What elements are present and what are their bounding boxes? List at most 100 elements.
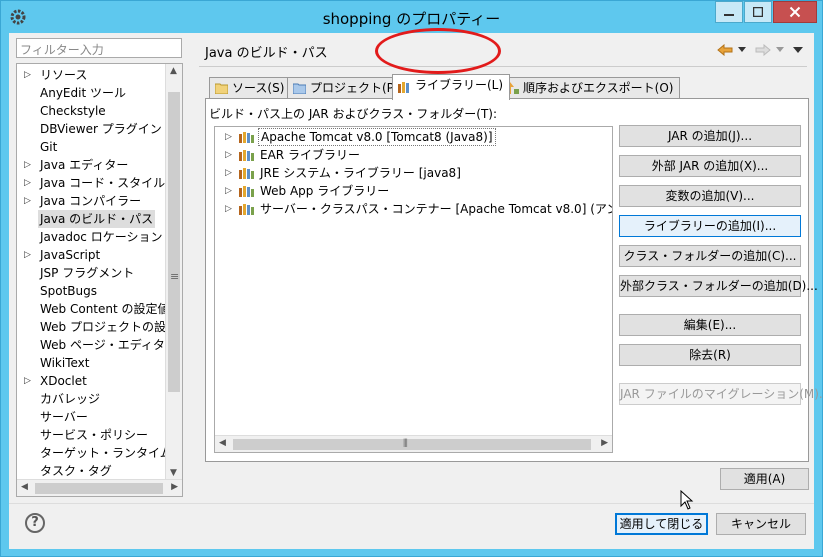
library-icon xyxy=(239,204,254,215)
add-class-folder-button[interactable]: クラス・フォルダーの追加(C)... xyxy=(619,245,801,267)
cancel-button[interactable]: キャンセル xyxy=(716,513,806,535)
page-navigation xyxy=(713,41,805,59)
tree-horizontal-scrollbar[interactable]: ◀ ⦀ ▶ xyxy=(215,435,612,452)
sidebar-tree: ▷ リソース AnyEdit ツール Checkstyle DBViewer プラグイン… xyxy=(16,63,183,497)
sidebar-item-label: Web Content の設定値 xyxy=(40,302,170,316)
source-folder-icon xyxy=(215,83,228,94)
expand-arrow-icon[interactable]: ▷ xyxy=(225,200,232,218)
edit-button[interactable]: 編集(E)... xyxy=(619,314,801,336)
grip-icon: ≡ xyxy=(170,270,180,283)
library-icon xyxy=(398,82,409,93)
sidebar-item-label: JSP フラグメント xyxy=(40,266,135,280)
library-label: Web App ライブラリー xyxy=(260,184,390,198)
apply-button[interactable]: 適用(A) xyxy=(720,468,809,490)
tab-label: ライブラリー(L) xyxy=(415,78,504,92)
sidebar-item-label: サービス・ポリシー xyxy=(40,428,149,442)
menu-icon[interactable] xyxy=(793,47,803,53)
scroll-down-icon[interactable]: ▼ xyxy=(170,468,177,478)
scrollbar-thumb[interactable] xyxy=(168,92,180,392)
maximize-icon xyxy=(753,7,763,17)
sidebar-item-label: ターゲット・ランタイム xyxy=(40,446,172,460)
sidebar-item-label: JavaScript xyxy=(40,248,101,262)
apply-and-close-button[interactable]: 適用して閉じる xyxy=(615,513,708,535)
sidebar-item-label: カバレッジ xyxy=(40,392,101,406)
expand-arrow-icon[interactable]: ▷ xyxy=(225,182,232,200)
expand-arrow-icon[interactable]: ▷ xyxy=(24,246,34,264)
header-divider xyxy=(199,66,807,67)
tab-order-export[interactable]: 順序およびエクスポート(O) xyxy=(500,77,681,99)
sidebar-item-label: タスク・タグ xyxy=(40,464,112,478)
sidebar-item-label: Java エディター xyxy=(40,158,129,172)
remove-button[interactable]: 除去(R) xyxy=(619,344,801,366)
tab-source[interactable]: ソース(S) xyxy=(209,77,292,99)
sidebar-vertical-scrollbar[interactable]: ▲ ≡ ▼ xyxy=(165,64,182,480)
sidebar-item-label: Web ページ・エディター xyxy=(40,338,177,352)
page-title: Java のビルド・パス xyxy=(205,46,328,61)
mouse-cursor-icon xyxy=(680,490,694,510)
close-button[interactable] xyxy=(773,1,817,23)
expand-arrow-icon[interactable]: ▷ xyxy=(225,164,232,182)
scrollbar-thumb[interactable] xyxy=(233,439,591,450)
back-arrow-icon[interactable] xyxy=(717,44,733,56)
library-label: サーバー・クラスパス・コンテナー [Apache Tomcat v8.0] (ア… xyxy=(260,202,612,216)
sidebar-item-label: XDoclet xyxy=(40,374,87,388)
filter-input[interactable]: フィルター入力 xyxy=(16,38,182,58)
scroll-up-icon[interactable]: ▲ xyxy=(170,66,177,76)
dialog-body: フィルター入力 ▷ リソース AnyEdit ツール Checkstyle DBView… xyxy=(9,33,823,549)
sidebar-item-label: DBViewer プラグイン xyxy=(40,122,162,136)
sidebar-item-label: WikiText xyxy=(40,356,90,370)
sidebar-item-label: Git xyxy=(40,140,58,154)
scroll-left-icon[interactable]: ◀ xyxy=(21,482,28,492)
library-icon xyxy=(239,132,254,143)
expand-arrow-icon[interactable]: ▷ xyxy=(24,66,34,84)
library-icon xyxy=(239,186,254,197)
help-icon[interactable]: ? xyxy=(25,513,45,533)
sidebar-item-label: Java コンパイラー xyxy=(40,194,142,208)
scrollbar-thumb[interactable] xyxy=(35,483,163,494)
forward-arrow-icon[interactable] xyxy=(755,44,771,56)
sidebar-item-label: Checkstyle xyxy=(40,104,106,118)
migrate-jar-button[interactable]: JAR ファイルのマイグレーション(M)... xyxy=(619,383,823,405)
minimize-icon xyxy=(724,14,734,16)
tab-project[interactable]: プロジェクト(P) xyxy=(287,77,406,99)
sidebar-item-label: Javadoc ロケーション xyxy=(40,230,163,244)
scroll-left-icon[interactable]: ◀ xyxy=(219,438,226,448)
expand-arrow-icon[interactable]: ▷ xyxy=(24,372,34,390)
sidebar-horizontal-scrollbar[interactable]: ◀ ▶ xyxy=(17,479,182,496)
sidebar-item-label: AnyEdit ツール xyxy=(40,86,126,100)
title-bar[interactable]: shopping のプロパティー xyxy=(1,1,822,33)
window-title: shopping のプロパティー xyxy=(322,10,501,28)
dropdown-icon[interactable] xyxy=(776,47,784,52)
sidebar-item-label: リソース xyxy=(40,68,88,82)
maximize-button[interactable] xyxy=(744,1,772,23)
tab-label: ソース(S) xyxy=(232,81,285,95)
minimize-button[interactable] xyxy=(715,1,743,23)
tab-libraries[interactable]: ライブラリー(L) xyxy=(392,74,511,100)
dropdown-icon[interactable] xyxy=(738,47,746,52)
sidebar-item-label: SpotBugs xyxy=(40,284,97,298)
add-external-jar-button[interactable]: 外部 JAR の追加(X)... xyxy=(619,155,801,177)
expand-arrow-icon[interactable]: ▷ xyxy=(24,174,34,192)
tab-label: プロジェクト(P) xyxy=(310,81,399,95)
add-variable-button[interactable]: 変数の追加(V)... xyxy=(619,185,801,207)
sidebar-item-label: Java コード・スタイル xyxy=(40,176,166,190)
library-label: Apache Tomcat v8.0 [Tomcat8 (Java8)] xyxy=(258,128,496,146)
expand-arrow-icon[interactable]: ▷ xyxy=(225,146,232,164)
add-library-button[interactable]: ライブラリーの追加(I)... xyxy=(619,215,801,237)
add-jar-button[interactable]: JAR の追加(J)... xyxy=(619,125,801,147)
tab-label: 順序およびエクスポート(O) xyxy=(523,81,674,95)
add-external-class-folder-button[interactable]: 外部クラス・フォルダーの追加(D)... xyxy=(619,275,818,297)
expand-arrow-icon[interactable]: ▷ xyxy=(225,128,232,146)
build-path-label: ビルド・パス上の JAR およびクラス・フォルダー(T): xyxy=(209,107,498,121)
expand-arrow-icon[interactable]: ▷ xyxy=(24,156,34,174)
sidebar-item-label: Java のビルド・パス xyxy=(38,210,156,228)
close-icon xyxy=(789,6,801,18)
library-label: EAR ライブラリー xyxy=(260,148,360,162)
expand-arrow-icon[interactable]: ▷ xyxy=(24,192,34,210)
scroll-right-icon[interactable]: ▶ xyxy=(171,482,178,492)
scroll-right-icon[interactable]: ▶ xyxy=(601,438,608,448)
library-tree: ▷ Apache Tomcat v8.0 [Tomcat8 (Java8)] ▷ EA… xyxy=(214,126,613,453)
library-icon xyxy=(239,150,254,161)
project-folder-icon xyxy=(293,83,306,94)
library-icon xyxy=(239,168,254,179)
